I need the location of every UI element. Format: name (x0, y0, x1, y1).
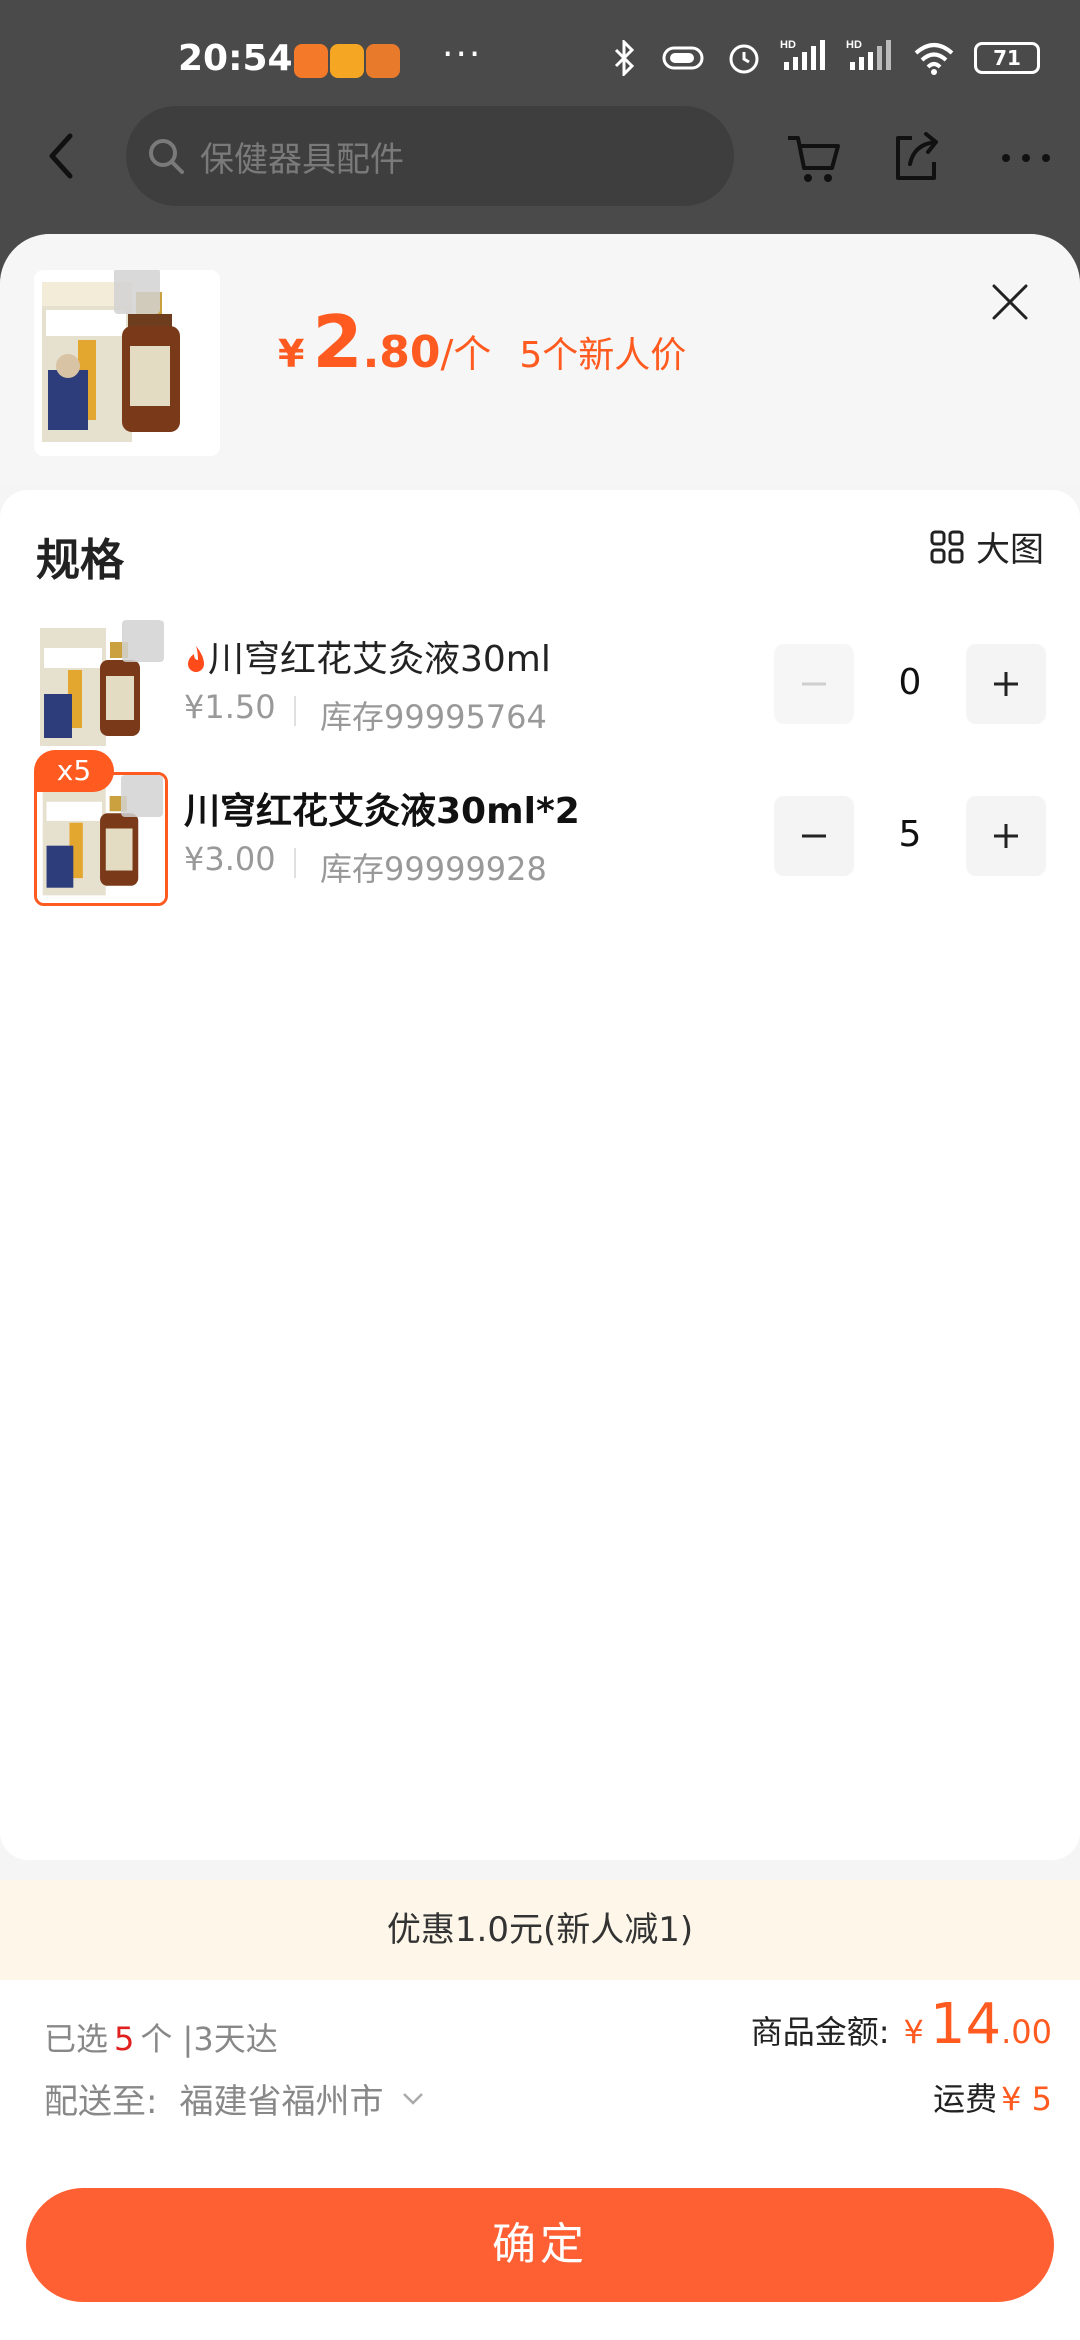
sku-thumbnail[interactable] (34, 620, 168, 754)
decrease-button[interactable] (774, 796, 854, 876)
sku-name: 川穹红花艾灸液30ml*2 (184, 791, 580, 832)
increase-button[interactable] (966, 796, 1046, 876)
quantity-badge: x5 (34, 750, 114, 792)
sku-bottom-sheet: ¥ 2 .80 /个 5个新人价 规格 大图 川穹红花艾灸液30ml ¥1.50… (0, 234, 1080, 2340)
total-decimal: .00 (1001, 2013, 1052, 2051)
price-integer: 2 (312, 300, 363, 384)
total-label: 商品金额: (750, 2013, 890, 2051)
sku-price: ¥1.50 (184, 688, 276, 726)
plus-icon (994, 824, 1018, 848)
wifi-icon (914, 42, 954, 75)
total-integer: 14 (929, 1992, 1002, 2057)
selected-count: 已选 5 个 |3天达 (44, 2014, 278, 2060)
quantity-stepper: 5 (774, 796, 1046, 876)
quantity-value[interactable]: 0 (854, 662, 966, 703)
quantity-value[interactable]: 5 (854, 814, 966, 855)
divider (294, 696, 296, 726)
delivery-address: 福建省福州市 (179, 2082, 384, 2122)
sku-item[interactable]: 川穹红花艾灸液30ml ¥1.50 库存99995764 0 (0, 620, 1080, 770)
search-bar[interactable]: 保健器具配件 (126, 106, 734, 206)
price-decimal: .80 (362, 327, 441, 378)
chevron-down-icon (403, 2093, 424, 2105)
product-header: ¥ 2 .80 /个 5个新人价 (0, 234, 1080, 484)
freight: 运费 ¥ 5 (933, 2074, 1052, 2120)
search-icon (149, 139, 184, 174)
app-notification-icon (330, 44, 364, 78)
status-time: 20:54 (178, 38, 293, 79)
search-placeholder: 保健器具配件 (200, 139, 404, 180)
zoom-icon[interactable] (122, 620, 164, 662)
minus-icon (802, 834, 826, 838)
grid-icon (930, 530, 964, 563)
sku-thumbnail[interactable] (34, 772, 168, 906)
product-image[interactable] (34, 270, 220, 456)
big-image-label: 大图 (976, 530, 1044, 570)
sku-name-text: 川穹红花艾灸液30ml (208, 639, 551, 680)
decrease-button[interactable] (774, 644, 854, 724)
selected-number: 5 (114, 2020, 135, 2058)
sku-name: 川穹红花艾灸液30ml (184, 630, 551, 682)
minus-icon (802, 682, 826, 686)
back-icon[interactable] (40, 128, 84, 184)
bluetooth-icon (614, 39, 635, 76)
more-icon[interactable] (996, 128, 1056, 188)
app-notification-icon (294, 44, 328, 78)
selected-suffix: 个 |3天达 (140, 2020, 278, 2058)
freight-label: 运费 (933, 2080, 998, 2118)
price: ¥ 2 .80 /个 5个新人价 (278, 300, 686, 384)
zoom-icon[interactable] (114, 270, 160, 314)
sku-item-selected[interactable]: x5 川穹红花艾灸液30ml*2 ¥3.00 库存99999928 5 (0, 750, 1080, 922)
status-right-icons: HD HD 71 (610, 38, 1040, 77)
spec-panel: 规格 大图 川穹红花艾灸液30ml ¥1.50 库存99995764 0 x5 … (0, 490, 1080, 1860)
vibrate-icon (662, 46, 704, 69)
quantity-stepper: 0 (774, 644, 1046, 724)
selected-prefix: 已选 (44, 2020, 109, 2058)
share-icon[interactable] (886, 128, 946, 188)
svg-text:HD: HD (780, 39, 796, 51)
sku-stock: 库存99999928 (320, 850, 547, 888)
close-icon[interactable] (990, 282, 1030, 322)
new-user-price-tag: 5个新人价 (519, 335, 687, 376)
delivery-selector[interactable]: 配送至: 福建省福州市 (44, 2074, 426, 2123)
sku-stock: 库存99995764 (320, 698, 547, 736)
hot-icon (188, 646, 204, 672)
freight-amount: ¥ 5 (1001, 2080, 1052, 2118)
increase-button[interactable] (966, 644, 1046, 724)
top-nav: 保健器具配件 (0, 100, 1080, 220)
battery-icon: 71 (974, 41, 1040, 74)
price-currency: ¥ (278, 332, 305, 376)
price-unit: /个 (440, 332, 492, 376)
svg-text:HD: HD (846, 39, 862, 51)
alarm-icon (729, 44, 759, 73)
total-currency: ¥ (903, 2013, 924, 2051)
signal-1-icon: HD (780, 38, 828, 77)
cart-icon[interactable] (784, 128, 844, 188)
app-notification-icon (366, 44, 400, 78)
status-more-dots: ··· (442, 34, 483, 75)
delivery-label: 配送至: (44, 2082, 158, 2122)
zoom-icon[interactable] (121, 775, 163, 817)
goods-total: 商品金额: ¥ 14 .00 (751, 1992, 1052, 2057)
spec-title: 规格 (36, 535, 124, 586)
signal-2-icon: HD (846, 38, 894, 77)
plus-icon (994, 672, 1018, 696)
sku-price: ¥3.00 (184, 840, 276, 878)
big-image-button[interactable]: 大图 (930, 522, 1044, 571)
promo-banner: 优惠1.0元(新人减1) (0, 1880, 1080, 1980)
divider (294, 848, 296, 878)
confirm-button[interactable]: 确定 (26, 2188, 1054, 2302)
